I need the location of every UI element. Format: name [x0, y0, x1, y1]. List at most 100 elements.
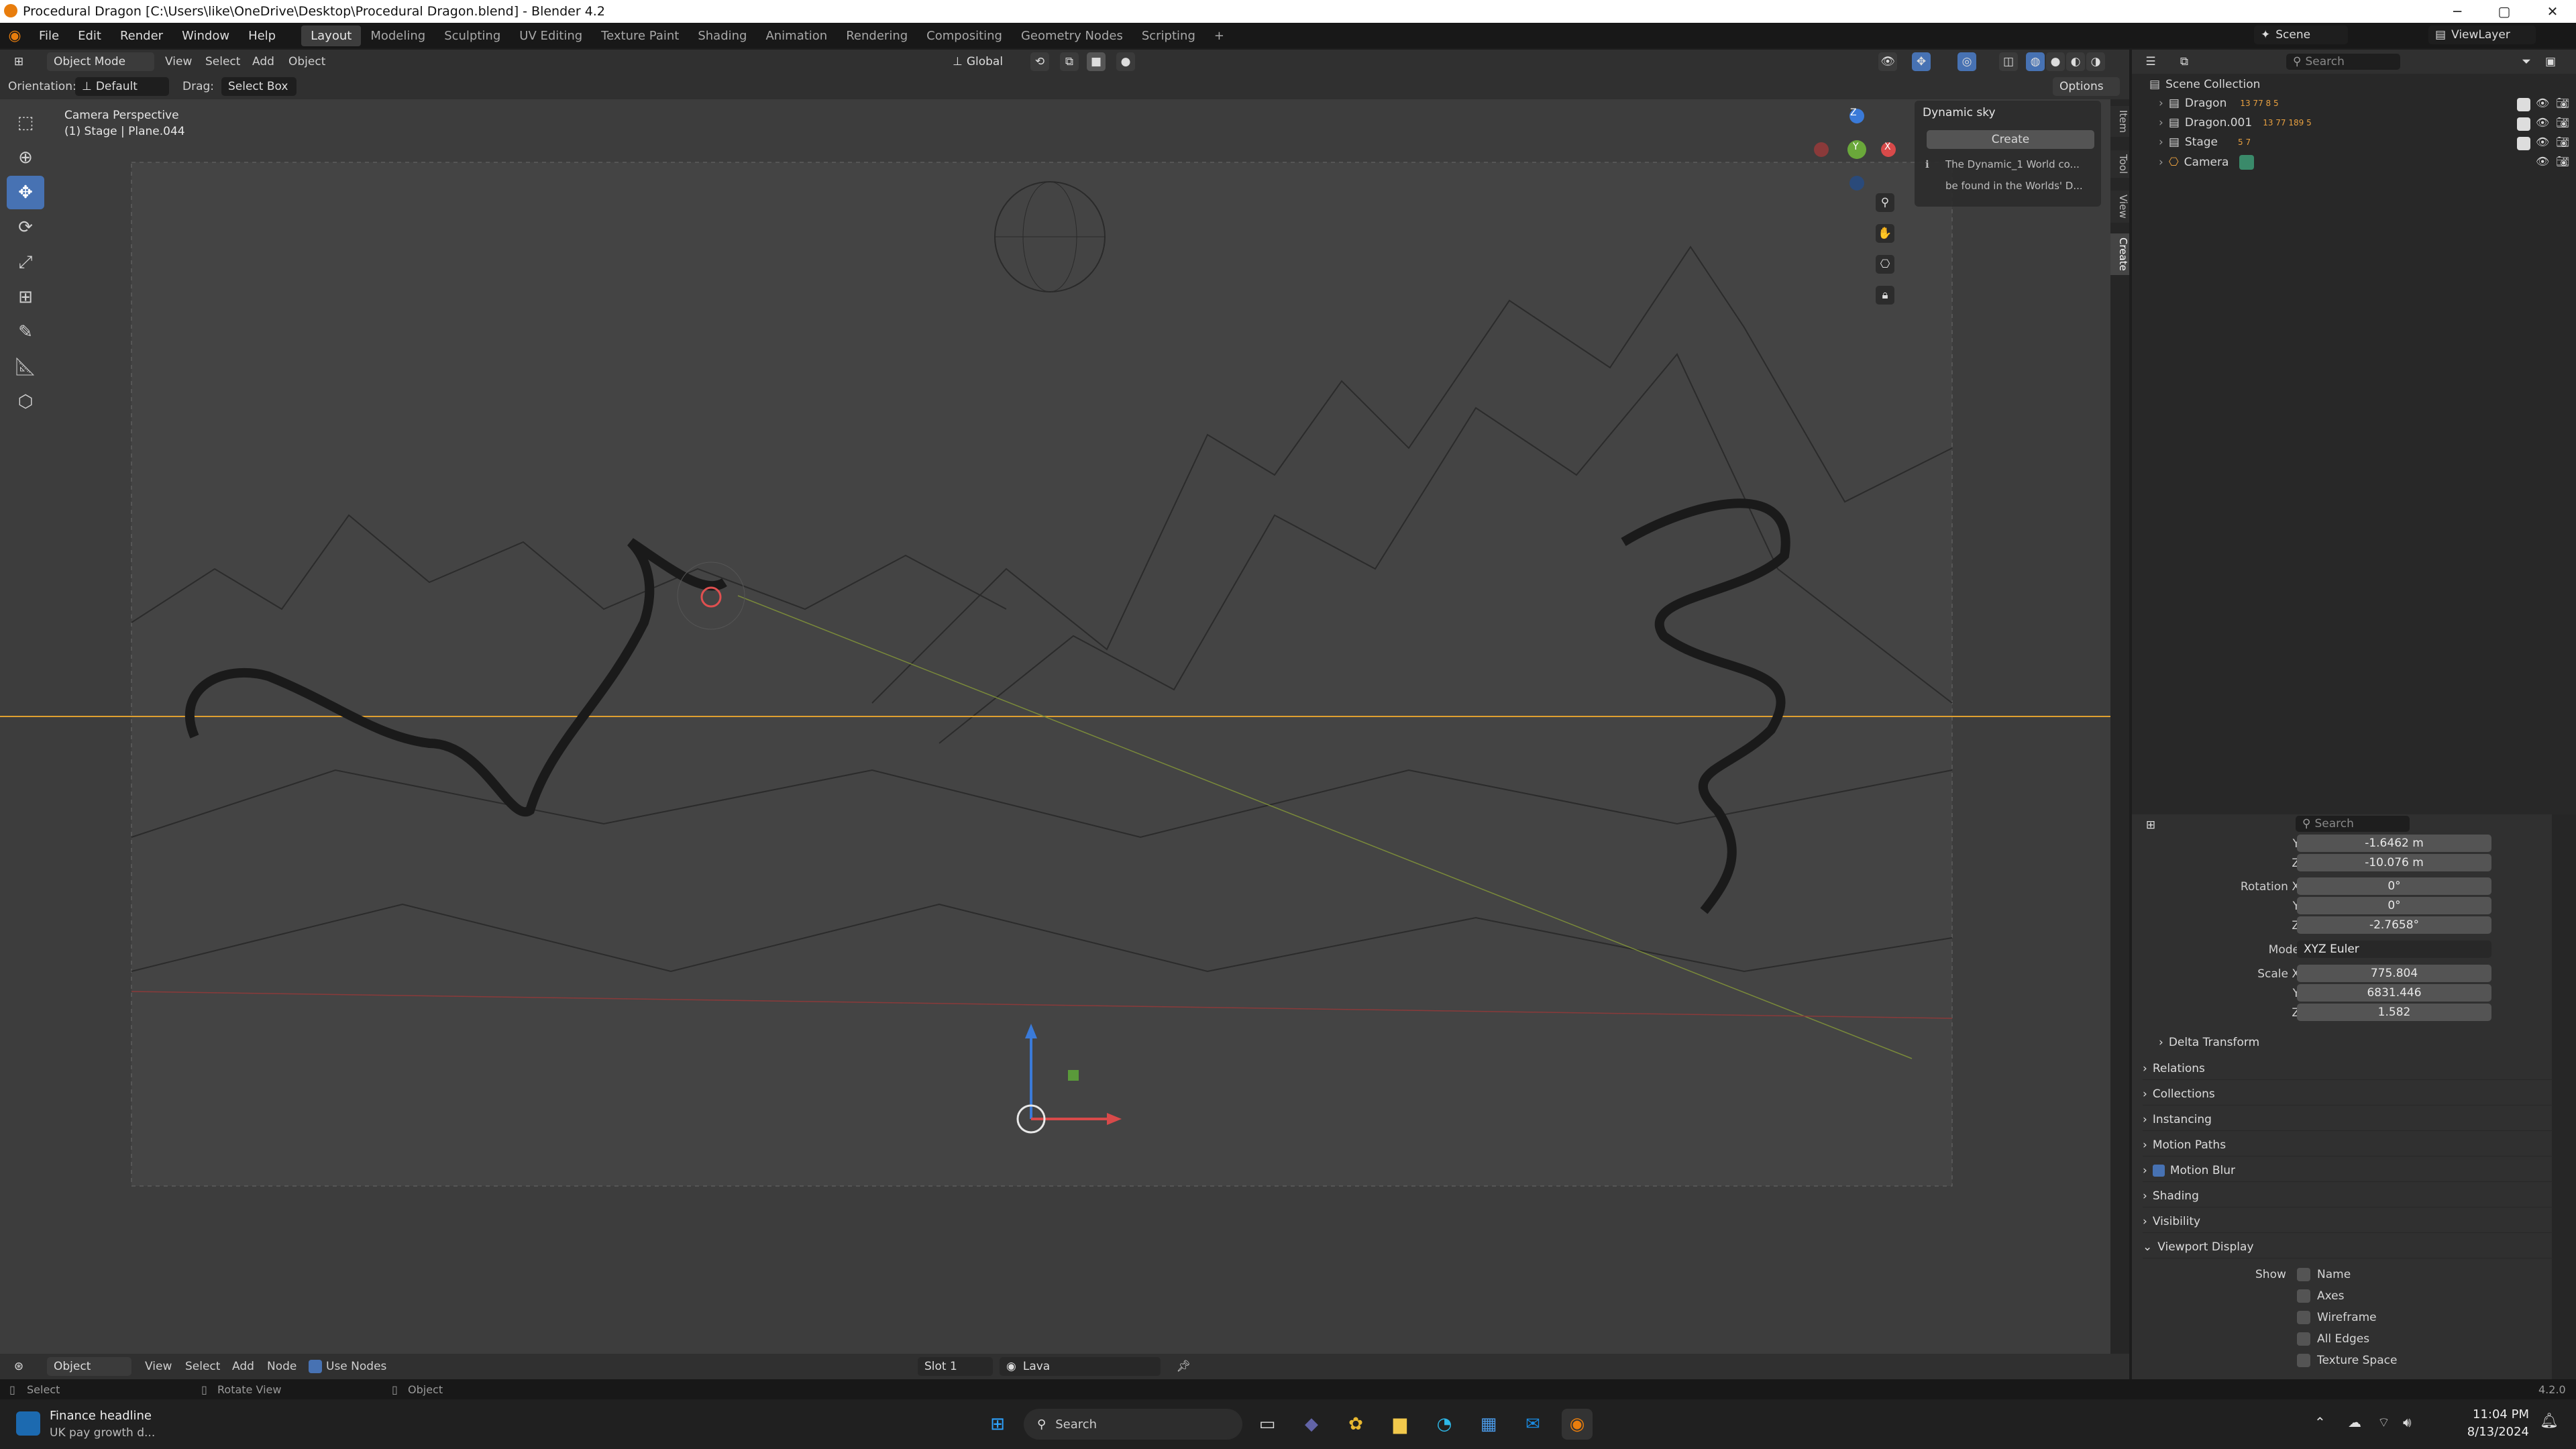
app-icon[interactable]: ✿	[1340, 1409, 1371, 1440]
menu-object[interactable]: Object	[288, 55, 325, 68]
mode-selector[interactable]: Object Mode	[47, 52, 154, 71]
proportional-edit-icon[interactable]: ●	[1116, 52, 1135, 71]
tab-scripting[interactable]: Scripting	[1132, 25, 1205, 46]
annotate-tool-icon[interactable]: ✎	[7, 315, 44, 349]
solid-shading-icon[interactable]: ●	[2046, 52, 2065, 71]
start-windows-icon[interactable]: ⊞	[982, 1409, 1013, 1440]
eye-icon[interactable]: 👁	[2536, 136, 2549, 148]
exclude-checkbox[interactable]	[2517, 137, 2530, 150]
outliner-item-dragon-001[interactable]: › ▤ Dragon.001 13 77 189 5	[2159, 116, 2312, 129]
pan-hand-icon[interactable]: ✋	[1876, 224, 1894, 243]
eye-icon[interactable]: 👁	[2536, 116, 2549, 129]
menu-view[interactable]: View	[145, 1360, 172, 1373]
tab-sculpting[interactable]: Sculpting	[435, 25, 510, 46]
menu-add[interactable]: Add	[232, 1360, 254, 1373]
rotation-z-field[interactable]: -2.7658°	[2297, 916, 2491, 934]
outliner-item-stage[interactable]: › ▤ Stage 5 7	[2159, 136, 2251, 149]
show-all-edges-checkbox[interactable]	[2297, 1332, 2310, 1346]
pin-icon[interactable]: 📌︎	[1174, 1357, 1193, 1376]
tab-create[interactable]: Create	[2110, 233, 2129, 275]
add-workspace-button[interactable]: +	[1205, 25, 1234, 46]
properties-editor-icon[interactable]: ⊞	[2141, 816, 2160, 835]
outliner-item-dragon[interactable]: › ▤ Dragon 13 77 8 5	[2159, 97, 2279, 110]
material-selector[interactable]: ◉ Lava	[1000, 1357, 1161, 1376]
panel-collections[interactable]: › Collections	[2143, 1083, 2553, 1106]
scale-x-field[interactable]: 775.804	[2297, 965, 2491, 982]
lock-icon[interactable]: 🔒︎	[1876, 286, 1894, 305]
panel-motion-paths[interactable]: › Motion Paths	[2143, 1134, 2553, 1157]
display-mode-icon[interactable]: ⧉	[2175, 52, 2194, 71]
measure-tool-icon[interactable]: 📐︎	[7, 350, 44, 384]
scene-collection-row[interactable]: ▤ Scene Collection	[2149, 78, 2260, 91]
scale-y-field[interactable]: 6831.446	[2297, 984, 2491, 1002]
news-title[interactable]: Finance headline	[50, 1409, 152, 1423]
panel-viewport-display[interactable]: ⌄ Viewport Display	[2143, 1236, 2553, 1258]
gizmo-toggle-icon[interactable]: ✥	[1912, 52, 1931, 71]
drag-dropdown[interactable]: Select Box	[221, 77, 297, 96]
menu-add[interactable]: Add	[252, 55, 274, 68]
edge-browser-icon[interactable]: ◔	[1429, 1409, 1460, 1440]
menu-view[interactable]: View	[165, 55, 192, 68]
options-button[interactable]: Options	[2053, 77, 2120, 96]
gizmo-plane-handle[interactable]	[1068, 1070, 1079, 1081]
menu-select[interactable]: Select	[185, 1360, 220, 1373]
tab-shading[interactable]: Shading	[688, 25, 756, 46]
create-sky-button[interactable]: Create	[1927, 130, 2094, 149]
move-tool-icon[interactable]: ✥	[7, 176, 44, 209]
rotation-x-field[interactable]: 0°	[2297, 877, 2491, 895]
file-explorer-icon[interactable]: ▆	[1385, 1409, 1415, 1440]
outlook-icon[interactable]: ✉	[1517, 1409, 1548, 1440]
overlay-toggle-icon[interactable]: ◎	[1957, 52, 1976, 71]
tab-rendering[interactable]: Rendering	[837, 25, 917, 46]
tab-item[interactable]: Item	[2110, 106, 2129, 138]
menu-select[interactable]: Select	[205, 55, 240, 68]
material-shading-icon[interactable]: ◐	[2066, 52, 2085, 71]
blender-menu-icon[interactable]: ◉	[0, 28, 30, 44]
tab-geometry-nodes[interactable]: Geometry Nodes	[1012, 25, 1132, 46]
expand-arrow-icon[interactable]: ›	[2159, 97, 2163, 110]
panel-relations[interactable]: › Relations	[2143, 1057, 2553, 1080]
expand-arrow-icon[interactable]: ›	[2159, 136, 2163, 149]
expand-arrow-icon[interactable]: ›	[2159, 116, 2163, 129]
render-camera-icon[interactable]: 📷︎	[2556, 136, 2569, 148]
exclude-checkbox[interactable]	[2517, 98, 2530, 111]
menu-file[interactable]: File	[30, 29, 68, 43]
panel-shading[interactable]: › Shading	[2143, 1185, 2553, 1208]
select-box-tool-icon[interactable]: ⬚	[7, 106, 44, 140]
render-camera-icon[interactable]: 📷︎	[2556, 155, 2569, 168]
outliner-search[interactable]: ⚲ Search	[2286, 54, 2400, 70]
cursor-tool-icon[interactable]: ⊕	[7, 141, 44, 174]
tab-view[interactable]: View	[2110, 191, 2129, 223]
location-z-field[interactable]: -10.076 m	[2297, 854, 2491, 871]
minimize-button[interactable]: ─	[2434, 0, 2481, 23]
orientation-dropdown[interactable]: ⊥ Default	[75, 77, 169, 96]
transform-orientation-selector[interactable]: ⊥ Global	[946, 52, 1020, 71]
rotation-y-field[interactable]: 0°	[2297, 897, 2491, 914]
menu-window[interactable]: Window	[172, 29, 239, 43]
maximize-button[interactable]: ▢	[2481, 0, 2528, 23]
new-collection-icon[interactable]: ▣	[2541, 52, 2560, 71]
tab-modeling[interactable]: Modeling	[361, 25, 435, 46]
editor-type-icon[interactable]: ⊛	[9, 1357, 28, 1376]
show-wireframe-checkbox[interactable]	[2297, 1311, 2310, 1324]
expand-arrow-icon[interactable]: ›	[2159, 156, 2163, 169]
filter-icon[interactable]: ⏷	[2517, 52, 2536, 71]
close-button[interactable]: ✕	[2529, 0, 2576, 23]
tab-uv-editing[interactable]: UV Editing	[510, 25, 592, 46]
3d-viewport[interactable]: Camera Perspective (1) Stage | Plane.044…	[0, 99, 2112, 1354]
rotate-tool-icon[interactable]: ⟳	[7, 211, 44, 244]
render-camera-icon[interactable]: 📷︎	[2556, 116, 2569, 129]
clock-date[interactable]: 8/13/2024	[2449, 1425, 2529, 1439]
eye-icon[interactable]: 👁	[2536, 155, 2549, 168]
rotation-mode-dropdown[interactable]: XYZ Euler	[2297, 941, 2491, 958]
slot-dropdown[interactable]: Slot 1	[918, 1357, 993, 1376]
panel-motion-blur[interactable]: › Motion Blur	[2143, 1159, 2553, 1182]
pivot-icon[interactable]: ⟲	[1030, 52, 1049, 71]
menu-help[interactable]: Help	[239, 29, 285, 43]
tab-tool[interactable]: Tool	[2110, 150, 2129, 178]
wifi-icon[interactable]: ⌔	[2377, 1414, 2390, 1431]
add-cube-tool-icon[interactable]: ⬡	[7, 385, 44, 419]
store-icon[interactable]: ▦	[1473, 1409, 1504, 1440]
render-camera-icon[interactable]: 📷︎	[2556, 97, 2569, 109]
volume-icon[interactable]: 🔊︎	[2403, 1414, 2412, 1430]
